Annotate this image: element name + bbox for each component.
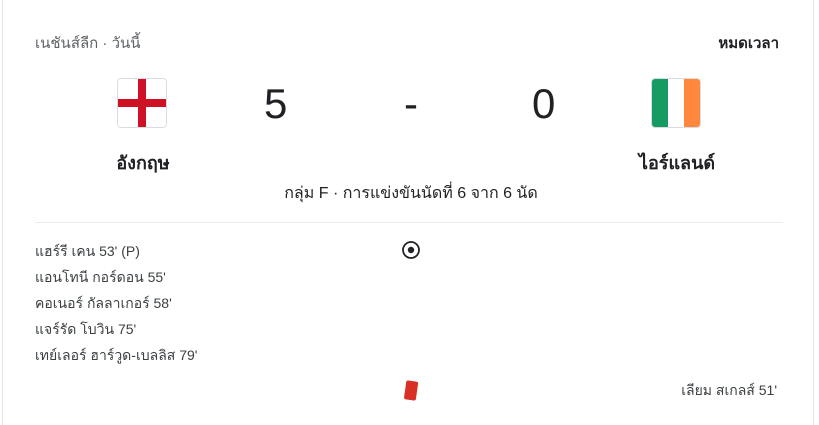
away-score: 0 <box>532 80 556 127</box>
home-event: แจร์รัด โบวิน 75' <box>35 321 137 337</box>
soccer-ball-icon <box>401 240 421 265</box>
home-events-list: แฮร์รี เคน 53' (P) แอนโทนี กอร์ดอน 55' ค… <box>35 238 197 368</box>
round-info: กลุ่ม F · การแข่งขันนัดที่ 6 จาก 6 นัด <box>284 185 538 202</box>
home-event: เทย์เลอร์ ฮาร์วูด-เบลลิส 79' <box>35 347 198 363</box>
home-event: คอเนอร์ กัลลาเกอร์ 58' <box>35 295 172 311</box>
ireland-flag-icon[interactable] <box>651 78 701 128</box>
home-event: แอนโทนี กอร์ดอน 55' <box>35 269 166 285</box>
divider <box>35 222 783 223</box>
away-event: เลียม สเกลส์ 51' <box>681 382 777 398</box>
red-card-icon <box>403 380 419 407</box>
match-header: เนชันส์ลีก · วันนี้ หมดเวลา <box>35 31 779 53</box>
home-team-name[interactable]: อังกฤษ <box>73 148 213 177</box>
home-score: 5 <box>264 80 288 127</box>
home-event: แฮร์รี เคน 53' (P) <box>35 243 140 259</box>
away-team-name[interactable]: ไอร์แลนด์ <box>607 148 747 177</box>
league-label[interactable]: เนชันส์ลีก · วันนี้ <box>35 31 141 55</box>
match-card[interactable]: เนชันส์ลีก · วันนี้ หมดเวลา อังกฤษ 5 - 0… <box>2 0 814 425</box>
england-flag-icon[interactable] <box>117 78 167 128</box>
score-separator: - <box>404 80 418 127</box>
match-status: หมดเวลา <box>718 35 779 52</box>
